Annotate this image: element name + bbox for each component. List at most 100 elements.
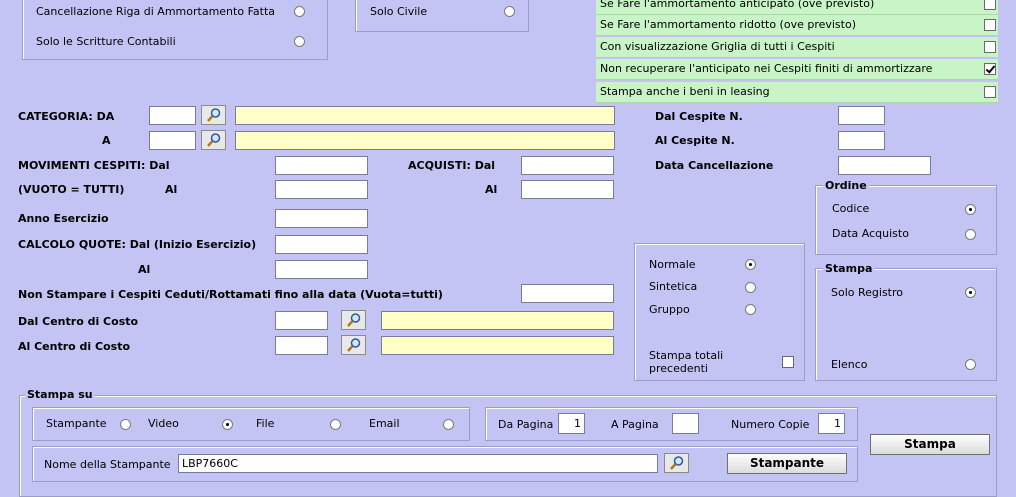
categoria-da-search-button[interactable] [201,105,226,125]
checkbox-ridotto[interactable] [984,19,996,31]
radio-video[interactable] [222,419,233,430]
radio-normale[interactable] [745,259,756,270]
movimenti-dal-input[interactable] [275,156,368,175]
al-centro-costo-desc-input[interactable] [381,336,614,355]
radio-solo-scritture[interactable] [294,36,305,47]
label-numero-copie: Numero Copie [731,418,810,431]
label-da-pagina: Da Pagina [498,418,554,431]
checkbox-anticipato[interactable] [984,0,996,10]
dal-centro-costo-desc-input[interactable] [381,311,614,330]
label-acquisti-al: Al [485,183,498,196]
checkbox-stampa-totali[interactable] [782,356,794,368]
label-categoria-a: A [102,134,111,147]
calcolo-quote-dal-input[interactable] [275,235,368,254]
da-pagina-input[interactable]: 1 [558,413,585,434]
label-movimenti-al: Al [165,183,178,196]
stampa-button[interactable]: Stampa [870,434,990,455]
option-label: Con visualizzazione Griglia di tutti i C… [600,40,835,53]
radio-stampante[interactable] [120,419,131,430]
checkbox-leasing[interactable] [984,86,996,98]
option-label: Se Fare l'ammortamento ridotto (ove prev… [600,18,857,31]
nome-stampante-input[interactable]: LBP7660C [178,454,658,473]
anno-esercizio-input[interactable] [275,209,368,228]
option-row-non-recuperare[interactable]: Non recuperare l'anticipato nei Cespiti … [596,59,998,80]
magnifier-icon [347,338,361,352]
radio-file[interactable] [330,419,341,430]
acquisti-dal-input[interactable] [521,156,614,175]
option-row-ridotto[interactable]: Se Fare l'ammortamento ridotto (ove prev… [596,15,998,36]
dal-centro-costo-search-button[interactable] [341,310,366,330]
nome-stampante-search-button[interactable] [664,453,689,473]
label-data-cancellazione: Data Cancellazione [655,159,774,172]
label-non-stampare-ceduti: Non Stampare i Cespiti Ceduti/Rottamati … [18,288,443,301]
dal-cespite-input[interactable] [838,106,885,125]
label-a-pagina: A Pagina [611,418,659,431]
al-cespite-input[interactable] [838,131,885,150]
categoria-a-desc-input[interactable] [235,131,615,150]
label-acquisti-dal: ACQUISTI: Dal [408,159,496,172]
label-stampa-totali-precedenti: precedenti [649,362,708,375]
frame-ordine [815,185,997,255]
label-video: Video [148,417,179,430]
movimenti-al-input[interactable] [275,180,368,199]
frame-stampa-title: Stampa [823,262,875,275]
radio-cancellazione-riga[interactable] [294,6,305,17]
numero-copie-input[interactable]: 1 [818,413,845,434]
radio-elenco[interactable] [965,359,976,370]
option-row-anticipato[interactable]: Se Fare l'ammortamento anticipato (ove p… [596,0,998,15]
radio-ordine-data-acquisto[interactable] [965,229,976,240]
label-file: File [256,417,275,430]
categoria-a-search-button[interactable] [201,130,226,150]
checkbox-griglia[interactable] [984,41,996,53]
non-stampare-data-input[interactable] [521,284,614,303]
option-label: Se Fare l'ammortamento anticipato (ove p… [600,0,875,10]
calcolo-quote-al-input[interactable] [275,260,368,279]
radio-ordine-codice[interactable] [965,204,976,215]
label-gruppo: Gruppo [649,303,690,316]
magnifier-icon [207,108,221,122]
label-categoria-da: CATEGORIA: DA [18,110,115,123]
al-centro-costo-search-button[interactable] [341,335,366,355]
label-calcolo-quote-dal: CALCOLO QUOTE: Dal (Inizio Esercizio) [18,238,257,251]
label-email: Email [369,417,400,430]
label-elenco: Elenco [831,358,868,371]
al-centro-costo-code-input[interactable] [275,336,328,355]
radio-email[interactable] [443,419,454,430]
radio-sintetica[interactable] [745,282,756,293]
label-dal-centro-costo: Dal Centro di Costo [18,315,139,328]
label-movimenti-dal: MOVIMENTI CESPITI: Dal [18,159,170,172]
label-stampa-totali: Stampa totali [649,349,724,362]
label-ordine-data-acquisto: Data Acquisto [832,227,909,240]
option-row-leasing[interactable]: Stampa anche i beni in leasing [596,82,998,103]
checkbox-non-recuperare[interactable] [984,63,996,75]
option-row-griglia[interactable]: Con visualizzazione Griglia di tutti i C… [596,37,998,58]
label-calcolo-quote-al: Al [138,263,151,276]
categoria-a-code-input[interactable] [149,131,196,150]
label-solo-registro: Solo Registro [831,286,904,299]
data-cancellazione-input[interactable] [838,156,931,175]
a-pagina-input[interactable] [672,413,699,434]
label-al-cespite: Al Cespite N. [655,134,735,147]
radio-solo-civile[interactable] [504,6,515,17]
magnifier-icon [670,456,684,470]
label-cancellazione-riga: Cancellazione Riga di Ammortamento Fatta [36,5,275,18]
label-sintetica: Sintetica [649,280,698,293]
label-dal-cespite: Dal Cespite N. [655,110,743,123]
label-al-centro-costo: Al Centro di Costo [18,340,131,353]
radio-gruppo[interactable] [745,304,756,315]
magnifier-icon [207,133,221,147]
label-nome-stampante: Nome della Stampante [44,458,171,471]
radio-solo-registro[interactable] [965,287,976,298]
label-vuoto-tutti: (VUOTO = TUTTI) [18,183,125,196]
label-normale: Normale [649,258,696,271]
acquisti-al-input[interactable] [521,180,614,199]
option-label: Non recuperare l'anticipato nei Cespiti … [600,62,933,75]
stampante-button[interactable]: Stampante [727,453,847,474]
categoria-da-code-input[interactable] [149,106,196,125]
dal-centro-costo-code-input[interactable] [275,311,328,330]
label-solo-civile: Solo Civile [370,5,428,18]
categoria-da-desc-input[interactable] [235,106,615,125]
frame-stampa-su-title: Stampa su [25,388,95,401]
label-stampante: Stampante [46,417,107,430]
frame-ordine-title: Ordine [823,179,869,192]
